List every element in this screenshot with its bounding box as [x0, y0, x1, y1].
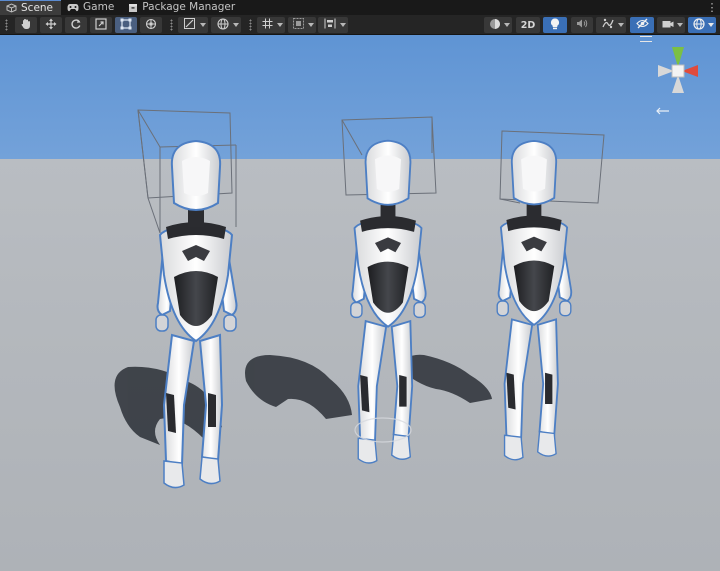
rect-tool-icon [120, 18, 132, 33]
toolbar-grip-icon[interactable] [5, 19, 8, 31]
audio-icon [576, 18, 588, 32]
rotate-tool-button[interactable] [65, 17, 87, 33]
transform-tool-icon [145, 18, 157, 33]
gizmo-y-axis-icon[interactable] [672, 47, 684, 67]
lightbulb-icon [550, 17, 560, 33]
globe-icon [216, 17, 229, 33]
chevron-down-icon [708, 23, 714, 27]
align-dropdown[interactable] [318, 17, 348, 33]
chevron-down-icon [618, 23, 624, 27]
chevron-down-icon [340, 23, 346, 27]
move-tool-icon [45, 18, 57, 33]
scale-tool-icon [95, 17, 107, 33]
audio-toggle[interactable] [571, 17, 593, 33]
effects-icon [601, 18, 614, 32]
tab-package-manager-label: Package Manager [142, 1, 236, 13]
scene-toolbar: 2D [0, 15, 720, 35]
chevron-down-icon [308, 23, 314, 27]
scene-lighting-toggle[interactable] [543, 17, 567, 33]
editor-tab-bar: Scene Game Package Manager ⋮ [0, 0, 720, 15]
gamepad-icon [67, 3, 79, 12]
toggle-2d-label: 2D [520, 19, 536, 31]
snap-increment-dropdown[interactable] [288, 17, 316, 33]
chevron-down-icon [504, 23, 510, 27]
tab-package-manager[interactable]: Package Manager [122, 0, 243, 15]
rotate-tool-icon [70, 18, 82, 33]
shading-mode-icon [489, 18, 501, 33]
camera-settings-dropdown[interactable] [657, 17, 685, 33]
chevron-down-icon [277, 23, 283, 27]
snap-settings-dropdown[interactable] [211, 17, 241, 33]
snap-increment-icon [293, 18, 304, 32]
orientation-gizmo[interactable] [650, 41, 706, 101]
tab-scene[interactable]: Scene [0, 0, 62, 15]
scene-characters [114, 109, 605, 489]
gizmos-dropdown[interactable] [688, 17, 716, 33]
tab-game[interactable]: Game [61, 0, 122, 15]
hand-tool-button[interactable] [15, 17, 37, 33]
effects-dropdown[interactable] [596, 17, 626, 33]
grid-visibility-dropdown[interactable] [257, 17, 285, 33]
tab-game-label: Game [83, 1, 115, 13]
grid-snap-icon [184, 18, 195, 32]
move-tool-button[interactable] [40, 17, 62, 33]
robot-character-middle[interactable] [341, 116, 437, 464]
toolbar-grip-icon[interactable] [170, 19, 173, 31]
scene-viewport[interactable] [0, 35, 720, 571]
camera-icon [662, 18, 674, 32]
toolbar-grip-icon[interactable] [249, 19, 252, 31]
gizmo-neg-y-axis-icon[interactable] [672, 75, 684, 93]
vertical-ellipsis-icon[interactable]: ⋮ [704, 0, 720, 15]
chevron-down-icon [233, 23, 239, 27]
chevron-down-icon [200, 23, 206, 27]
gizmos-icon [692, 17, 705, 33]
transform-tool-button[interactable] [140, 17, 162, 33]
align-icon [324, 18, 336, 32]
grid-snap-dropdown[interactable] [178, 17, 208, 33]
robot-character-right[interactable] [496, 130, 605, 461]
gizmo-center-cube-icon[interactable] [671, 64, 685, 78]
shading-mode-dropdown[interactable] [484, 17, 512, 33]
light-direction-icon [656, 107, 669, 115]
scene-icon [6, 3, 17, 13]
grid-icon [262, 18, 273, 32]
toggle-2d-button[interactable]: 2D [516, 17, 540, 33]
chevron-down-icon [677, 23, 683, 27]
scale-tool-button[interactable] [90, 17, 112, 33]
rect-tool-button[interactable] [115, 17, 137, 33]
hidden-objects-toggle[interactable] [630, 17, 654, 33]
eye-slash-icon [635, 18, 649, 32]
tab-scene-label: Scene [21, 1, 54, 14]
package-icon [128, 3, 138, 13]
hand-tool-icon [20, 18, 32, 33]
